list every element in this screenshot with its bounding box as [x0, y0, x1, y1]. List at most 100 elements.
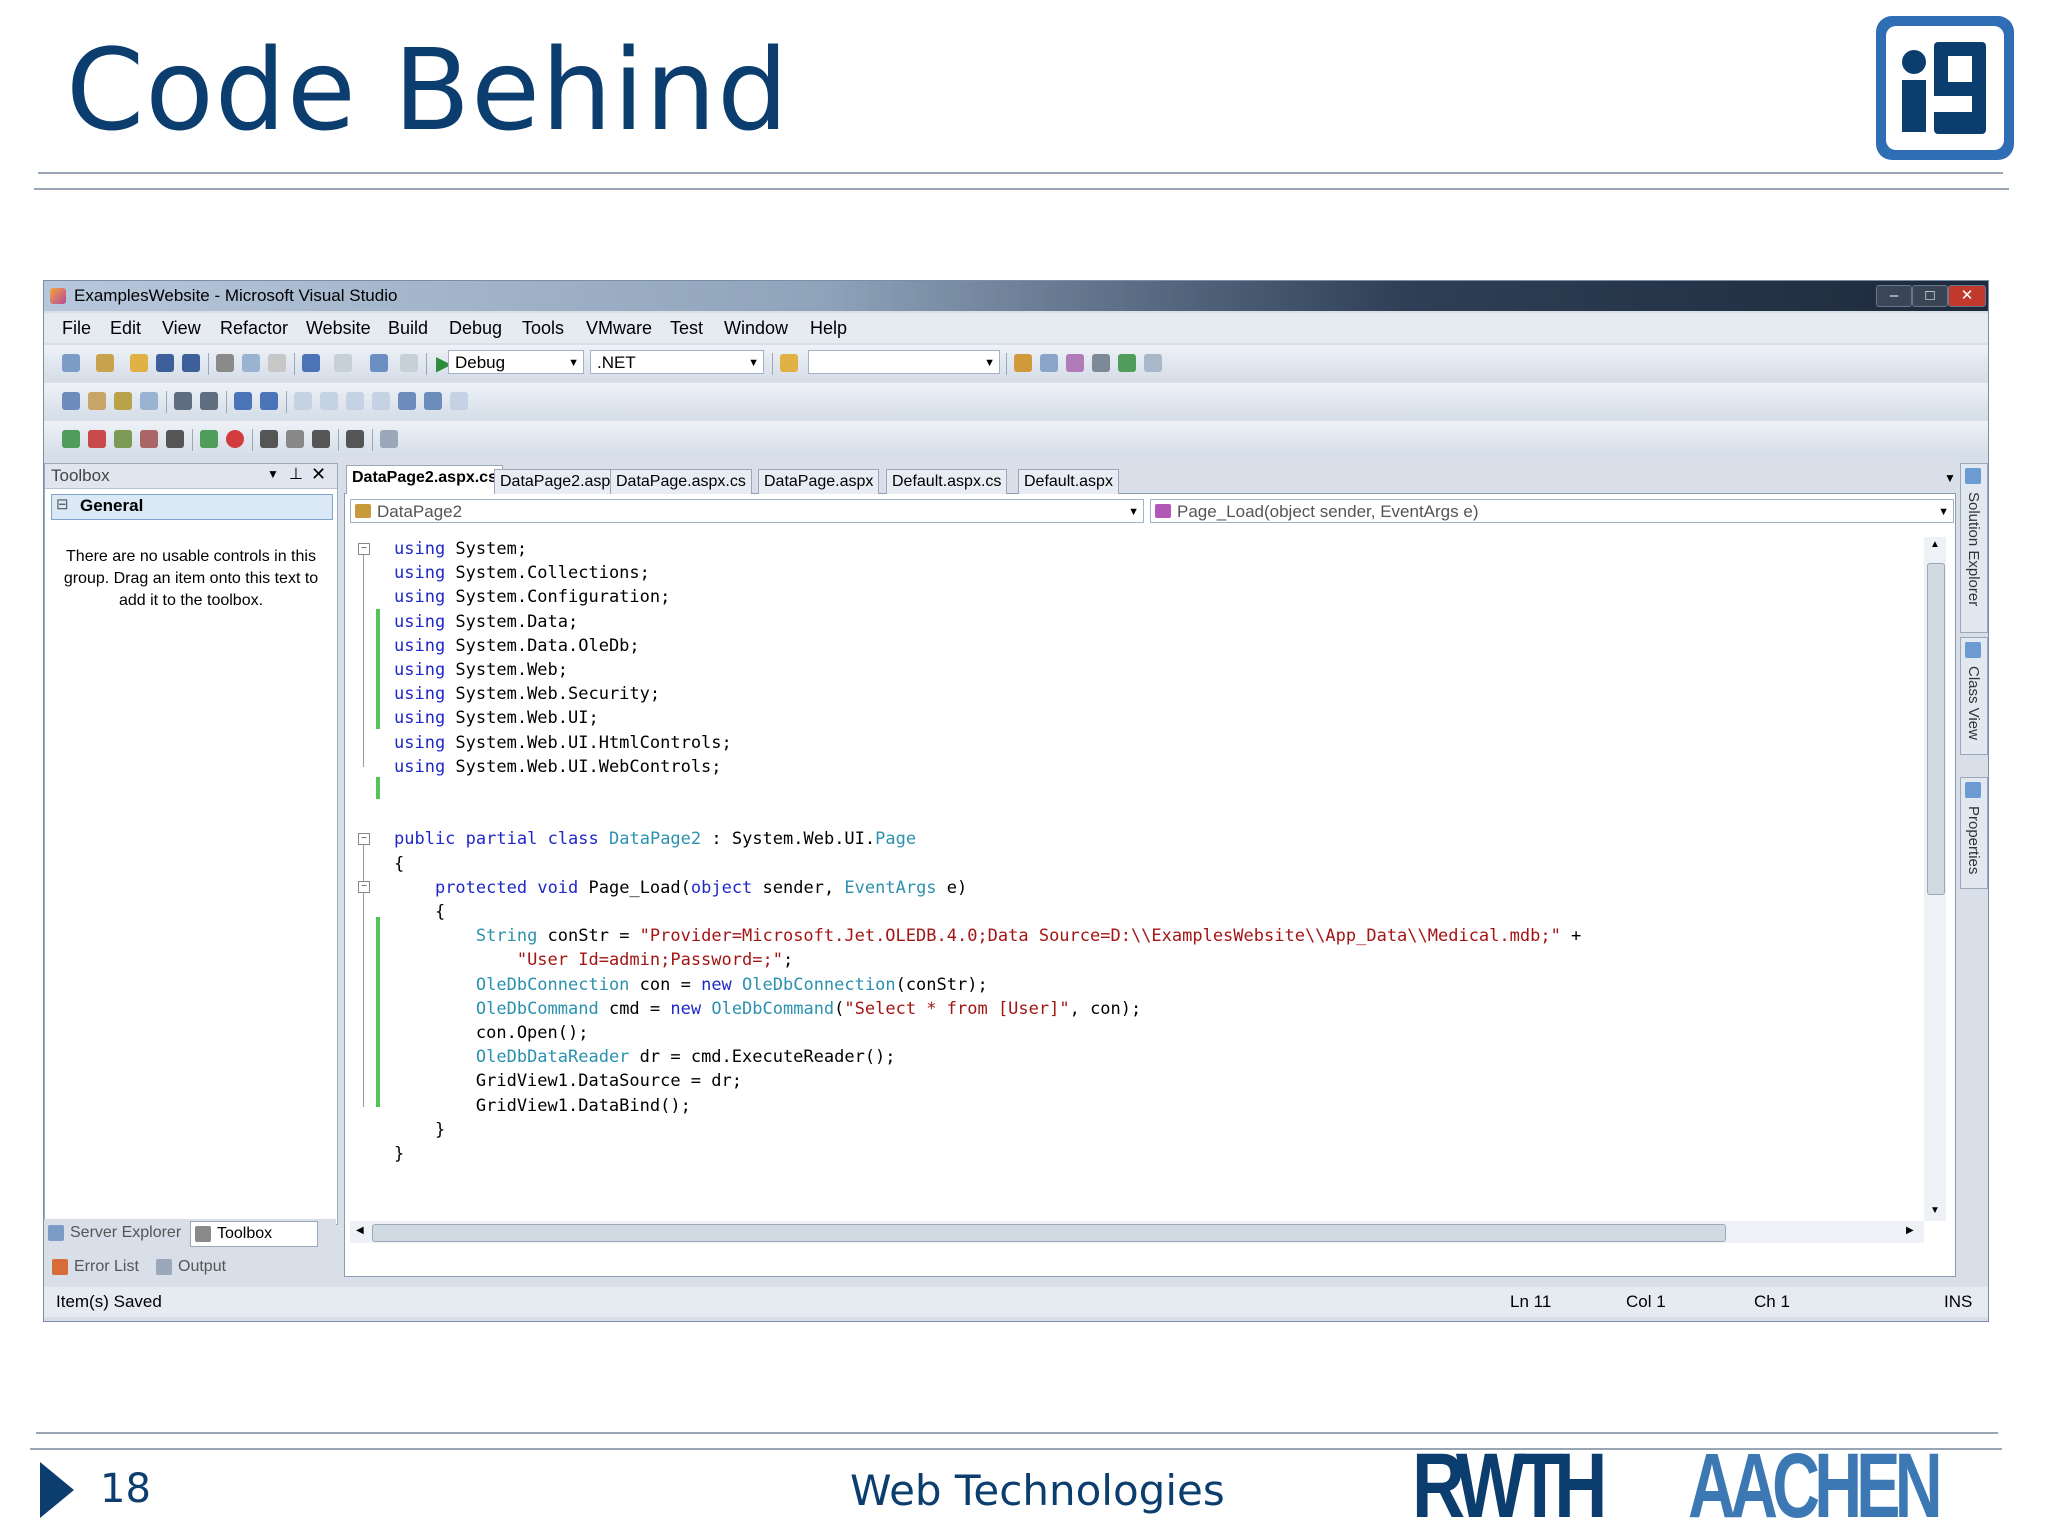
navigate-backward-icon[interactable]: [370, 354, 388, 372]
copy-icon[interactable]: [242, 354, 260, 372]
properties-tab[interactable]: Properties: [1960, 777, 1988, 889]
scroll-down-icon[interactable]: ▼: [1930, 1205, 1940, 1216]
menu-file[interactable]: File: [62, 318, 91, 339]
scroll-up-icon[interactable]: ▲: [1930, 539, 1940, 550]
collapse-icon[interactable]: −: [358, 543, 370, 555]
class-diagram-icon[interactable]: [88, 392, 106, 410]
menu-website[interactable]: Website: [306, 318, 371, 339]
find-in-files-icon[interactable]: [780, 354, 798, 372]
tab-toolbox[interactable]: Toolbox: [190, 1221, 318, 1247]
collapse-icon[interactable]: −: [358, 833, 370, 845]
window-layout-icon[interactable]: [1144, 354, 1162, 372]
horizontal-scrollbar[interactable]: ◀ ▶: [350, 1221, 1924, 1243]
find-combo[interactable]: ▼: [808, 350, 1000, 374]
tab-error-list[interactable]: Error List: [48, 1255, 154, 1279]
tab-default-aspx-cs[interactable]: Default.aspx.cs: [886, 469, 1008, 494]
hex-icon[interactable]: [312, 430, 330, 448]
find-icon[interactable]: [1014, 354, 1032, 372]
solution-explorer-icon[interactable]: [1040, 354, 1058, 372]
menu-vmware[interactable]: VMware: [586, 318, 652, 339]
menu-tools[interactable]: Tools: [522, 318, 564, 339]
breakpoint-icon[interactable]: [226, 430, 244, 448]
rebuild-icon[interactable]: [140, 430, 158, 448]
previous-bookmark-icon[interactable]: [320, 392, 338, 410]
class-combo[interactable]: DataPage2 ▼: [350, 499, 1144, 523]
redo-icon[interactable]: [334, 354, 352, 372]
class-view-tab[interactable]: Class View: [1960, 637, 1988, 755]
code-editor[interactable]: − − − using System; using System.Collect…: [350, 537, 1924, 1221]
side-tab-label: Solution Explorer: [1965, 492, 1982, 607]
close-button[interactable]: ✕: [1948, 285, 1986, 307]
settings-icon[interactable]: [380, 430, 398, 448]
indent-icon[interactable]: [200, 392, 218, 410]
tab-datapage-aspx-cs[interactable]: DataPage.aspx.cs: [610, 469, 752, 494]
toolbox-group-general[interactable]: ⊟ General: [51, 494, 333, 520]
clear-bookmarks-icon[interactable]: [398, 392, 416, 410]
vertical-scrollbar[interactable]: ▲ ▼: [1924, 537, 1946, 1221]
stop-icon[interactable]: [88, 430, 106, 448]
collapse-icon[interactable]: −: [358, 881, 370, 893]
bookmark-folder-icon[interactable]: [372, 392, 390, 410]
output-icon: [156, 1259, 172, 1275]
platform-select[interactable]: .NET ▼: [590, 350, 764, 374]
bookmark-icon[interactable]: [294, 392, 312, 410]
next-bookmark-icon[interactable]: [346, 392, 364, 410]
member-combo[interactable]: Page_Load(object sender, EventArgs e) ▼: [1150, 499, 1954, 523]
collapse-icon[interactable]: ⊟: [56, 495, 69, 513]
chevron-down-icon[interactable]: ▼: [267, 467, 279, 481]
open-icon[interactable]: [130, 354, 148, 372]
clean-icon[interactable]: [166, 430, 184, 448]
comment-icon[interactable]: [234, 392, 252, 410]
menu-refactor[interactable]: Refactor: [220, 318, 288, 339]
tab-output[interactable]: Output: [152, 1255, 244, 1279]
navigate-forward-icon[interactable]: [400, 354, 418, 372]
paste-icon[interactable]: [268, 354, 286, 372]
format-icon[interactable]: [140, 392, 158, 410]
tab-datapage2-aspx[interactable]: DataPage2.aspx: [494, 469, 625, 494]
close-icon[interactable]: ✕: [311, 464, 326, 485]
menu-window[interactable]: Window: [724, 318, 788, 339]
maximize-button[interactable]: □: [1912, 285, 1948, 307]
menu-help[interactable]: Help: [810, 318, 847, 339]
tab-server-explorer[interactable]: Server Explorer: [44, 1221, 194, 1245]
outdent-icon[interactable]: [174, 392, 192, 410]
object-browser-icon[interactable]: [62, 392, 80, 410]
solution-explorer-tab[interactable]: Solution Explorer: [1960, 463, 1988, 633]
tab-datapage-aspx[interactable]: DataPage.aspx: [758, 469, 880, 494]
chevron-down-icon[interactable]: ▼: [1944, 471, 1956, 485]
properties-icon[interactable]: [1066, 354, 1084, 372]
uncomment-icon[interactable]: [260, 392, 278, 410]
menu-test[interactable]: Test: [670, 318, 703, 339]
save-icon[interactable]: [156, 354, 174, 372]
step-over-icon[interactable]: [260, 430, 278, 448]
scroll-right-icon[interactable]: ▶: [1906, 1225, 1914, 1236]
horizontal-scroll-thumb[interactable]: [372, 1224, 1726, 1242]
menu-debug[interactable]: Debug: [449, 318, 502, 339]
search-icon[interactable]: [450, 392, 468, 410]
save-all-icon[interactable]: [182, 354, 200, 372]
start-page-icon[interactable]: [1118, 354, 1136, 372]
cut-icon[interactable]: [216, 354, 234, 372]
minimize-button[interactable]: –: [1876, 285, 1912, 307]
build-icon[interactable]: [114, 430, 132, 448]
toolbox-icon[interactable]: [1092, 354, 1110, 372]
step-into-icon[interactable]: [200, 430, 218, 448]
vertical-scroll-thumb[interactable]: [1927, 563, 1945, 895]
menu-build[interactable]: Build: [388, 318, 428, 339]
toggle-bookmark-icon[interactable]: [424, 392, 442, 410]
step-out-icon[interactable]: [286, 430, 304, 448]
run-icon[interactable]: [62, 430, 80, 448]
menu-view[interactable]: View: [162, 318, 201, 339]
changed-lines-marker: [376, 917, 380, 1107]
tool-icon[interactable]: [114, 392, 132, 410]
menu-edit[interactable]: Edit: [110, 318, 141, 339]
solution-configuration-select[interactable]: Debug ▼: [448, 350, 584, 374]
new-project-icon[interactable]: [62, 354, 80, 372]
tab-datapage2-aspx-cs[interactable]: DataPage2.aspx.cs: [346, 465, 503, 494]
threads-icon[interactable]: [346, 430, 364, 448]
pin-icon[interactable]: ⊥: [289, 464, 303, 484]
add-item-icon[interactable]: [96, 354, 114, 372]
undo-icon[interactable]: [302, 354, 320, 372]
tab-default-aspx[interactable]: Default.aspx: [1018, 469, 1119, 494]
scroll-left-icon[interactable]: ◀: [356, 1225, 364, 1236]
